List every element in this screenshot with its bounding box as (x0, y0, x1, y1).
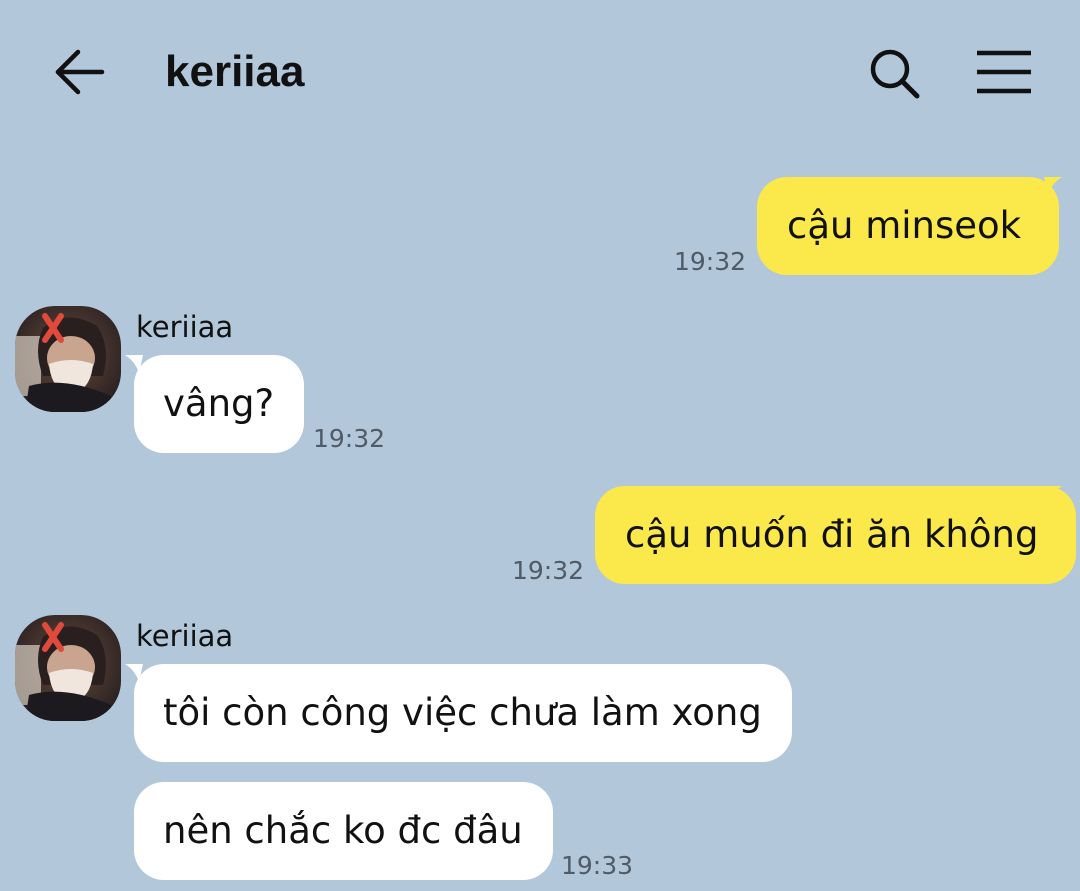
avatar[interactable] (15, 615, 121, 721)
message-time: 19:32 (313, 424, 386, 453)
message-text: vâng? (163, 382, 275, 425)
arrow-left-icon (55, 49, 105, 95)
incoming-message-bubble[interactable]: tôi còn công việc chưa làm xong (134, 664, 792, 762)
sender-name: keriiaa (136, 310, 234, 344)
outgoing-message-bubble[interactable]: cậu muốn đi ăn không (595, 486, 1077, 584)
message-text: nên chắc ko đc đâu (163, 809, 523, 852)
message-text: cậu muốn đi ăn không (625, 513, 1039, 556)
avatar-image (15, 306, 121, 412)
avatar[interactable] (15, 306, 121, 412)
hamburger-menu-icon (977, 50, 1031, 94)
search-button[interactable] (862, 42, 924, 104)
message-time: 19:32 (512, 556, 585, 585)
search-icon (870, 49, 920, 99)
menu-button[interactable] (972, 44, 1036, 100)
message-time: 19:32 (674, 247, 747, 276)
message-text: tôi còn công việc chưa làm xong (163, 691, 762, 734)
avatar-image (15, 615, 121, 721)
back-button[interactable] (50, 44, 110, 100)
chat-header: keriiaa (0, 0, 1080, 145)
incoming-message-bubble[interactable]: nên chắc ko đc đâu (134, 782, 553, 880)
message-text: cậu minseok (787, 204, 1022, 247)
bubble-tail-icon (1044, 486, 1062, 504)
incoming-message-bubble[interactable]: vâng? (134, 355, 305, 453)
bubble-tail-icon (1044, 177, 1062, 195)
chat-title: keriiaa (165, 47, 305, 96)
sender-name: keriiaa (136, 619, 234, 653)
message-time: 19:33 (561, 851, 634, 880)
outgoing-message-bubble[interactable]: cậu minseok (757, 177, 1060, 275)
